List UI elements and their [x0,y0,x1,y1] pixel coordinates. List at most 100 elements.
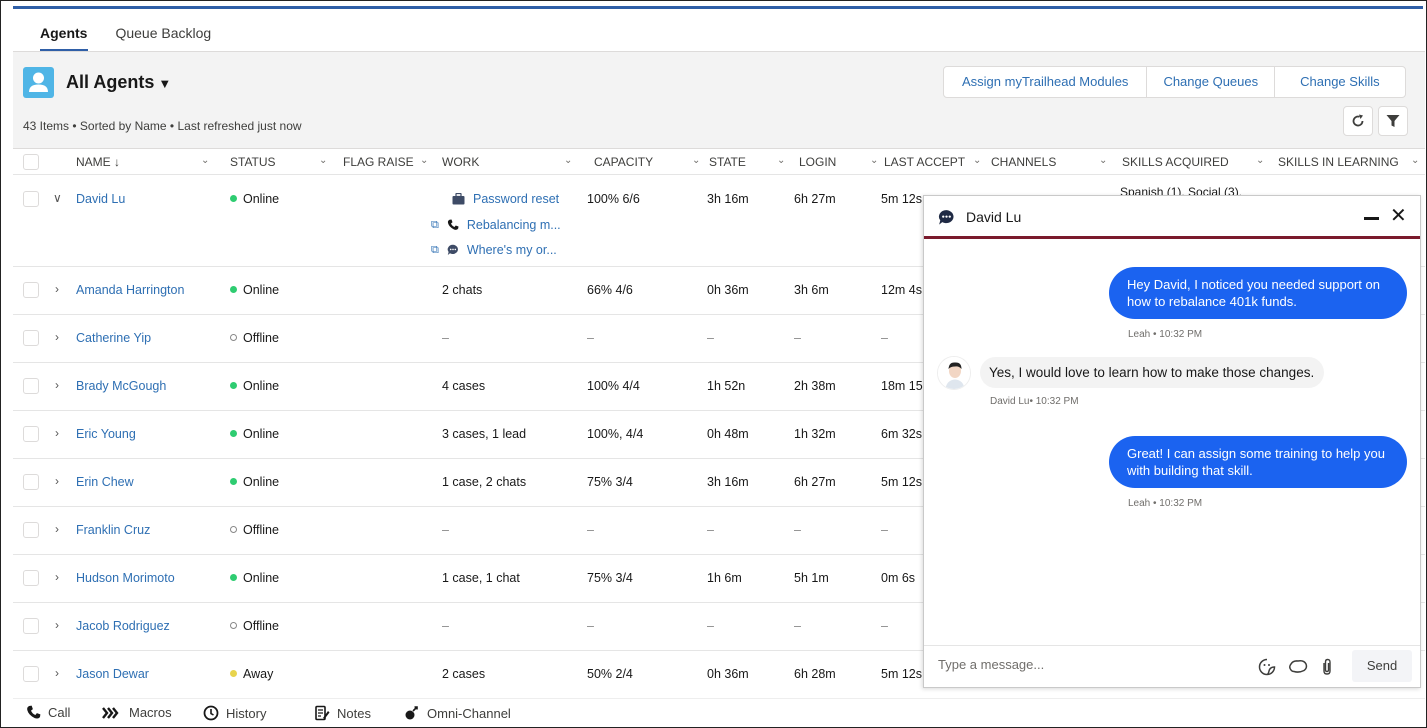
tab-agents[interactable]: Agents [13,15,101,51]
row-checkbox[interactable] [23,378,39,394]
status-cell: Offline [230,619,279,633]
row-checkbox[interactable] [23,618,39,634]
utility-item-omni-channel[interactable]: Omni-Channel [404,705,511,721]
chevron-down-icon[interactable]: ⌄ [319,155,327,166]
state-cell: 3h 16m [707,192,749,206]
chevron-right-icon[interactable]: › [55,618,59,632]
message-input[interactable] [938,657,1238,672]
chevron-down-icon[interactable]: ⌄ [201,155,209,166]
login-cell: 1h 32m [794,427,836,441]
filter-button[interactable] [1378,106,1408,136]
status-cell: Offline [230,523,279,537]
chevron-down-icon[interactable]: ⌄ [1411,155,1419,166]
utility-item-macros[interactable]: Macros [102,705,172,720]
utility-item-notes[interactable]: Notes [314,705,371,721]
list-title: All Agents [66,72,155,92]
popout-icon[interactable]: ⧉ [431,244,439,257]
state-cell: 0h 36m [707,283,749,297]
chevron-down-icon[interactable]: ∨ [53,191,62,205]
agent-name-link[interactable]: Amanda Harrington [76,283,184,297]
chevron-down-icon[interactable]: ⌄ [692,155,700,166]
change-queues-button[interactable]: Change Queues [1147,67,1276,97]
chevron-right-icon[interactable]: › [55,330,59,344]
chevron-down-icon[interactable]: ⌄ [777,155,785,166]
chevron-down-icon[interactable]: ⌄ [564,155,572,166]
agent-name-link[interactable]: Jason Dewar [76,667,149,681]
top-accent-bar [13,6,1423,9]
assign-trailhead-modules-button[interactable]: Assign myTrailhead Modules [944,67,1148,97]
chevron-right-icon[interactable]: › [55,474,59,488]
chat-icon [938,210,954,225]
tab-queue-backlog[interactable]: Queue Backlog [101,15,225,51]
column-header-capacity[interactable]: CAPACITY [594,155,653,169]
chevron-down-icon[interactable]: ⌄ [420,155,428,166]
chevron-right-icon[interactable]: › [55,426,59,440]
column-header-flag-raise[interactable]: FLAG RAISE [343,155,414,169]
status-cell: Online [230,283,279,297]
login-cell: 6h 28m [794,667,836,681]
agent-name-link[interactable]: Brady McGough [76,379,166,393]
chevron-down-icon[interactable]: ⌄ [973,155,981,166]
status-label: Offline [243,523,279,537]
agent-name-link[interactable]: Franklin Cruz [76,523,150,537]
agent-name-link[interactable]: Erin Chew [76,475,134,489]
chevron-right-icon[interactable]: › [55,522,59,536]
column-header-login[interactable]: LOGIN [799,155,836,169]
column-header-status[interactable]: STATUS [230,155,276,169]
work-item[interactable]: ⧉ Rebalancing m... [431,218,561,232]
list-view-selector[interactable]: All Agents ▼ [66,72,171,93]
work-item-link[interactable]: Where's my or... [467,243,557,257]
work-item[interactable]: ⧉ Where's my or... [431,243,557,257]
column-header-work[interactable]: WORK [442,155,479,169]
row-checkbox[interactable] [23,282,39,298]
quick-text-icon[interactable] [1288,658,1308,676]
work-item-link[interactable]: Password reset [473,192,559,206]
row-checkbox[interactable] [23,666,39,682]
utility-item-call[interactable]: Call [26,705,70,720]
utility-label: Notes [337,705,371,721]
login-cell: – [794,331,801,345]
emoji-icon[interactable] [1258,658,1276,676]
column-header-channels[interactable]: CHANNELS [991,155,1056,169]
row-checkbox[interactable] [23,426,39,442]
agent-name-link[interactable]: David Lu [76,192,125,206]
row-checkbox[interactable] [23,330,39,346]
chevron-right-icon[interactable]: › [55,282,59,296]
work-cell: 3 cases, 1 lead [442,427,527,441]
work-item[interactable]: Password reset [452,192,559,206]
column-header-skills-acquired[interactable]: SKILLS ACQUIRED [1122,155,1229,169]
refresh-button[interactable] [1343,106,1373,136]
chevron-right-icon[interactable]: › [55,666,59,680]
row-checkbox[interactable] [23,522,39,538]
notes-icon [315,705,330,721]
agent-name-link[interactable]: Eric Young [76,427,136,441]
column-header-skills-in-learning[interactable]: SKILLS IN LEARNING [1278,155,1399,169]
chevron-down-icon[interactable]: ⌄ [1099,155,1107,166]
attachment-icon[interactable] [1320,658,1334,676]
chevron-right-icon[interactable]: › [55,570,59,584]
popout-icon[interactable]: ⧉ [431,219,439,232]
column-header-last-accept[interactable]: LAST ACCEPT [884,155,965,169]
column-header-name[interactable]: NAME ↓ [76,155,120,169]
row-checkbox[interactable] [23,474,39,490]
work-cell: 2 chats [442,283,483,297]
chevron-down-icon[interactable]: ⌄ [870,155,878,166]
utility-item-history[interactable]: History [203,705,266,721]
work-cell: 2 cases [442,667,486,681]
column-header-state[interactable]: STATE [709,155,746,169]
list-meta-info: 43 Items • Sorted by Name • Last refresh… [23,119,302,133]
change-skills-button[interactable]: Change Skills [1275,67,1405,97]
agent-name-link[interactable]: Catherine Yip [76,331,151,345]
utility-bar: Call Macros History Notes Omni-Channel [13,698,1425,728]
chevron-down-icon[interactable]: ⌄ [1256,155,1264,166]
select-all-checkbox[interactable] [23,154,39,170]
send-button[interactable]: Send [1352,650,1412,682]
chevron-right-icon[interactable]: › [55,378,59,392]
agent-name-link[interactable]: Hudson Morimoto [76,571,175,585]
row-checkbox[interactable] [23,191,39,207]
minimize-button[interactable] [1364,217,1379,220]
close-button[interactable]: ✕ [1390,206,1407,226]
row-checkbox[interactable] [23,570,39,586]
work-item-link[interactable]: Rebalancing m... [467,218,561,232]
agent-name-link[interactable]: Jacob Rodriguez [76,619,170,633]
